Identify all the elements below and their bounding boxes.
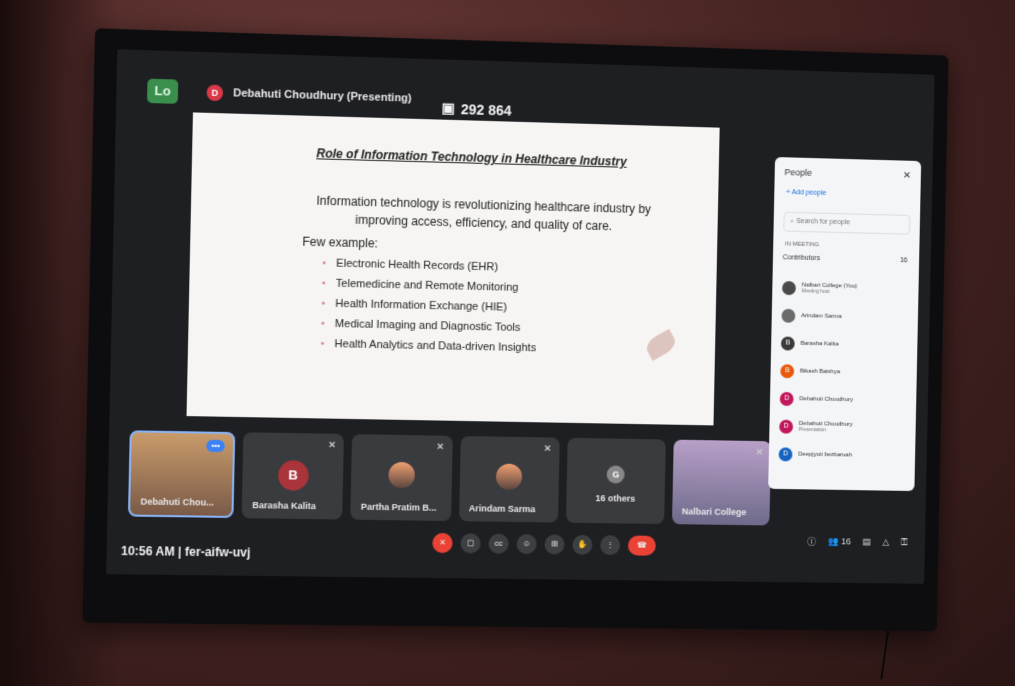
people-title: People bbox=[784, 167, 812, 178]
participant-info: Nalbari College (You) Meeting host bbox=[802, 282, 907, 296]
contributors-header[interactable]: Contributors 16 bbox=[783, 254, 908, 264]
mic-off-icon: ✕ bbox=[544, 443, 552, 454]
slide-intro: Information technology is revolutionizin… bbox=[303, 191, 664, 236]
list-item[interactable]: D Debahuti Choudhury bbox=[780, 385, 905, 415]
participant-name: 16 others bbox=[595, 493, 635, 504]
slide-bullet: Medical Imaging and Diagnostic Tools bbox=[321, 318, 537, 335]
participant-name: Barasha Kalita bbox=[800, 341, 905, 349]
slide-bullets: Electronic Health Records (EHR) Telemedi… bbox=[320, 257, 538, 362]
chat-icon[interactable]: ▤ bbox=[862, 537, 871, 548]
add-people-button[interactable]: + Add people bbox=[786, 189, 826, 197]
bottom-bar: 10:56 AM | fer-aifw-uvj ✕ ▢ cc ☺ ⊞ ✋ ⋮ ☎… bbox=[106, 503, 925, 584]
more-options-icon[interactable]: ⋮ bbox=[600, 535, 620, 555]
meeting-code: fer-aifw-uvj bbox=[185, 545, 251, 560]
avatar: D bbox=[779, 420, 793, 434]
slide-subheading: Few example: bbox=[302, 235, 378, 251]
avatar: D bbox=[780, 392, 794, 406]
participant-count: 292 864 bbox=[461, 101, 512, 119]
lock-icon[interactable]: ⚿ bbox=[901, 537, 908, 548]
television: Lo D Debahuti Choudhury (Presenting) ▣ 2… bbox=[82, 28, 948, 631]
avatar: B bbox=[278, 460, 309, 491]
camera-icon[interactable]: ▢ bbox=[460, 533, 480, 553]
mic-off-icon: ✕ bbox=[328, 440, 336, 451]
avatar: B bbox=[781, 336, 795, 350]
list-item[interactable]: B Bikash Baishya bbox=[780, 357, 905, 387]
slide-bullet: Electronic Health Records (EHR) bbox=[322, 257, 538, 274]
people-panel: People ✕ + Add people ⌕ Search for peopl… bbox=[768, 157, 921, 491]
mic-off-icon: ✕ bbox=[436, 442, 444, 453]
meeting-counter: ▣ 292 864 bbox=[441, 100, 511, 119]
participant-meta: Presentation bbox=[799, 427, 904, 435]
participant-name: Deepjyoti bezbaruah bbox=[798, 452, 903, 460]
presentation-slide: Role of Information Technology in Health… bbox=[187, 112, 720, 425]
avatar: D bbox=[779, 447, 793, 461]
contributors-label: Contributors bbox=[783, 254, 820, 262]
list-item[interactable]: Nalbari College (You) Meeting host bbox=[782, 274, 907, 305]
presenter-label: Debahuti Choudhury (Presenting) bbox=[233, 87, 412, 104]
captions-icon[interactable]: cc bbox=[488, 534, 508, 554]
contributors-count: 16 bbox=[900, 257, 908, 264]
right-controls: ⓘ 👥 16 ▤ △ ⚿ bbox=[807, 535, 908, 549]
avatar bbox=[388, 462, 415, 489]
more-options-icon[interactable]: ••• bbox=[206, 440, 225, 452]
separator: | bbox=[178, 545, 182, 559]
list-item[interactable]: B Barasha Kalita bbox=[781, 330, 906, 360]
current-time: 10:56 AM bbox=[121, 544, 175, 559]
people-count: 16 bbox=[841, 536, 851, 546]
avatar bbox=[782, 281, 796, 295]
search-input[interactable]: ⌕ Search for people bbox=[783, 212, 910, 235]
participant-name: Bikash Baishya bbox=[800, 369, 905, 377]
participant-name: Debahuti Choudhury bbox=[799, 396, 904, 404]
meet-screen: Lo D Debahuti Choudhury (Presenting) ▣ 2… bbox=[106, 49, 934, 583]
list-item[interactable]: D Deepjyoti bezbaruah bbox=[778, 440, 903, 470]
avatar: B bbox=[780, 364, 794, 378]
slide-bullet: Health Analytics and Data-driven Insight… bbox=[320, 338, 536, 354]
people-icon[interactable]: 👥 16 bbox=[828, 536, 851, 547]
add-people-label: Add people bbox=[792, 189, 827, 197]
avatar: G bbox=[607, 466, 625, 484]
call-controls: ✕ ▢ cc ☺ ⊞ ✋ ⋮ ☎ bbox=[432, 533, 656, 556]
emoji-icon[interactable]: ☺ bbox=[516, 534, 536, 554]
participant-name: Arindam Sarma bbox=[801, 313, 906, 321]
presenter-avatar: D bbox=[207, 84, 224, 101]
leaf-icon bbox=[643, 329, 679, 361]
participant-meta: Meeting host bbox=[802, 288, 907, 296]
avatar bbox=[781, 309, 795, 323]
host-badge: Lo bbox=[147, 79, 178, 104]
slide-bullet: Telemedicine and Remote Monitoring bbox=[322, 277, 538, 294]
close-icon[interactable]: ✕ bbox=[903, 170, 911, 181]
mic-off-icon[interactable]: ✕ bbox=[432, 533, 453, 553]
participant-list: Nalbari College (You) Meeting host Arinda… bbox=[778, 274, 907, 470]
info-icon[interactable]: ⓘ bbox=[807, 535, 816, 548]
slide-bullet: Health Information Exchange (HIE) bbox=[321, 298, 537, 315]
presenter-bar: D Debahuti Choudhury (Presenting) bbox=[207, 84, 412, 106]
list-item[interactable]: D Debahuti Choudhury Presentation bbox=[779, 413, 904, 443]
search-placeholder: Search for people bbox=[796, 218, 850, 226]
slide-title: Role of Information Technology in Health… bbox=[316, 146, 627, 169]
activities-icon[interactable]: △ bbox=[882, 537, 889, 548]
in-meeting-label: IN MEETING bbox=[785, 241, 819, 248]
mic-off-icon: ✕ bbox=[756, 447, 764, 458]
list-item[interactable]: Arindam Sarma bbox=[781, 302, 906, 332]
participant-info: Debahuti Choudhury Presentation bbox=[799, 421, 904, 435]
present-icon[interactable]: ⊞ bbox=[544, 534, 564, 554]
end-call-button[interactable]: ☎ bbox=[628, 535, 656, 555]
raise-hand-icon[interactable]: ✋ bbox=[572, 535, 592, 555]
meeting-time-code: 10:56 AM | fer-aifw-uvj bbox=[121, 544, 251, 560]
present-icon: ▣ bbox=[441, 100, 455, 117]
avatar bbox=[496, 464, 523, 490]
